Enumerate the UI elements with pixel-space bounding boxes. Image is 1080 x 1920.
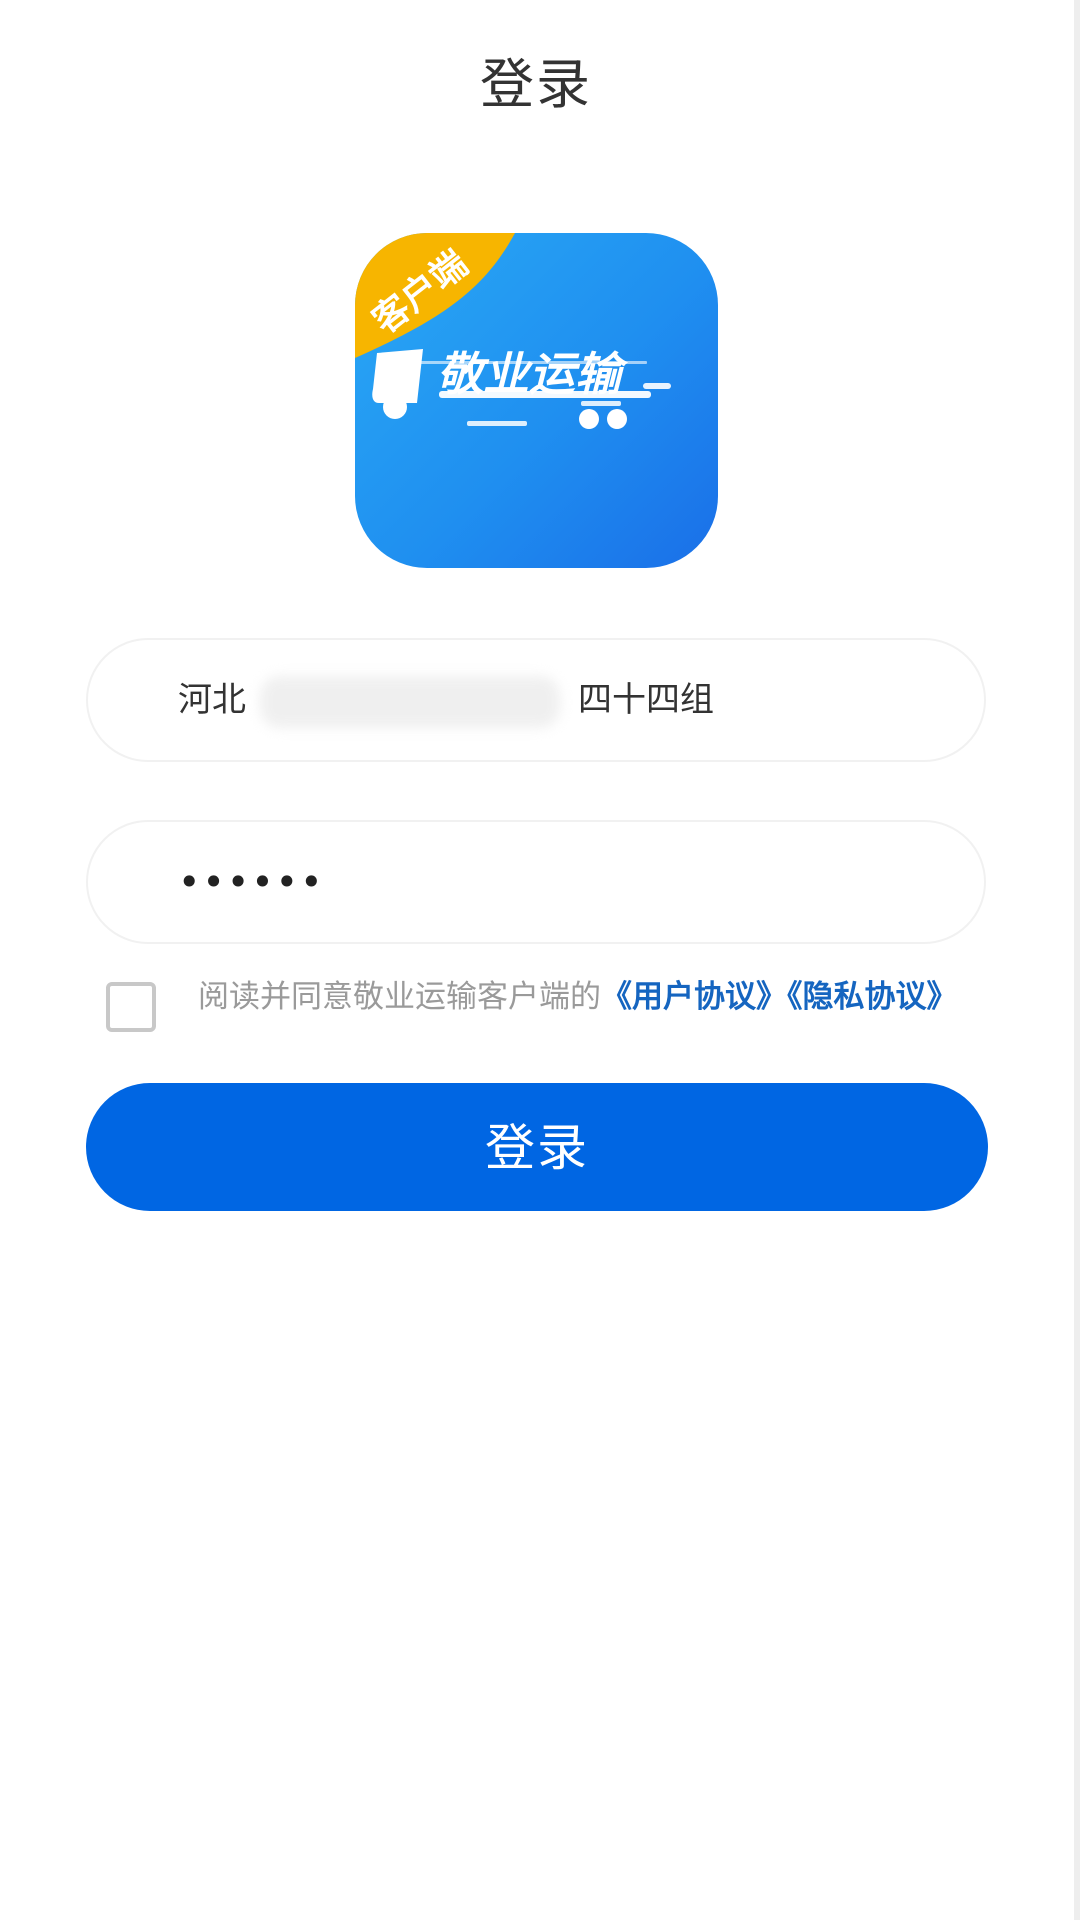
agreement-label: 阅读并同意敬业运输客户端的: [198, 979, 601, 1015]
password-input[interactable]: ••••••: [86, 820, 986, 944]
password-value: ••••••: [178, 860, 325, 904]
logo-text-layer: 客户端 敬业运输: [365, 243, 629, 401]
username-suffix: 四十四组: [578, 680, 714, 720]
agreement-text: 阅读并同意敬业运输客户端的《用户协议》《隐私协议》: [198, 978, 978, 1016]
login-page: 登录 客户端 敬业运输 河北 四十四组 •••••• 阅读并同意敬业运输客户端的…: [0, 0, 1080, 1920]
logo-brand-text: 敬业运输: [437, 347, 629, 401]
username-input[interactable]: 河北 四十四组: [86, 638, 986, 762]
scroll-edge: [1074, 0, 1080, 1920]
app-logo: 客户端 敬业运输: [355, 233, 718, 568]
logo-badge-text: 客户端: [365, 243, 475, 342]
privacy-blur: [260, 676, 560, 728]
username-prefix: 河北: [178, 680, 246, 720]
login-button[interactable]: 登录: [86, 1083, 988, 1211]
agree-checkbox[interactable]: [106, 982, 156, 1032]
user-agreement-link[interactable]: 《用户协议》: [601, 979, 787, 1015]
page-title: 登录: [480, 53, 592, 116]
privacy-agreement-link[interactable]: 《隐私协议》: [787, 979, 958, 1015]
